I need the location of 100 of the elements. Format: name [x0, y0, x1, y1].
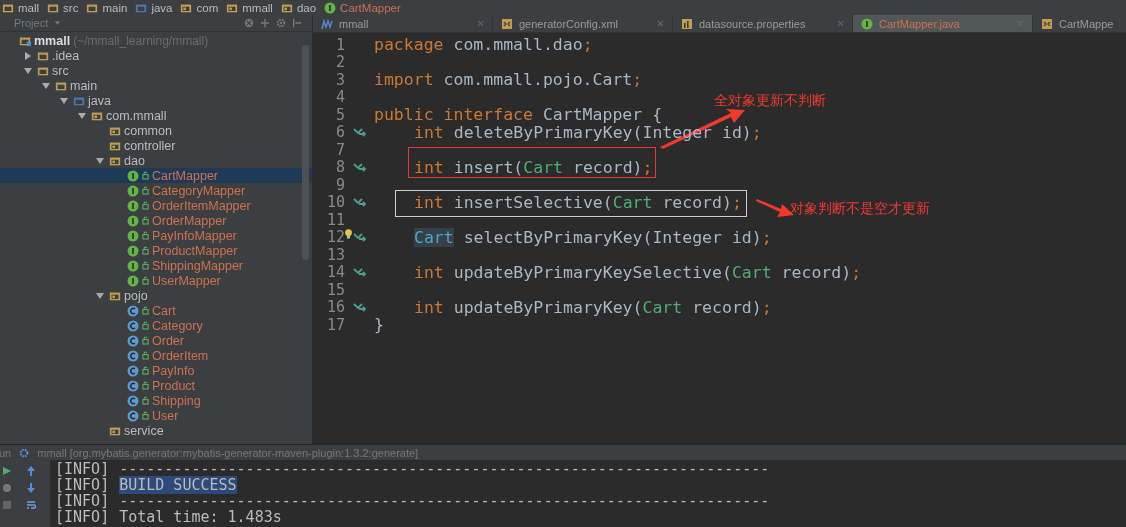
tree-item[interactable]: ProductMapper [152, 243, 238, 258]
locate-icon[interactable] [244, 18, 254, 28]
dropdown-caret-icon[interactable] [54, 20, 62, 26]
breadcrumb-item[interactable]: src [63, 1, 79, 14]
tree-item[interactable]: dao [124, 153, 145, 168]
soft-wrap-icon[interactable] [26, 500, 36, 510]
implementation-arrow-icon[interactable] [352, 232, 367, 243]
breadcrumb-item[interactable]: com [196, 1, 219, 14]
line-number: 11 [325, 210, 345, 229]
line-number: 3 [334, 70, 345, 89]
tree-item[interactable]: Order [152, 333, 184, 348]
expanded-arrow-icon[interactable] [96, 291, 104, 300]
line-number: 6 [334, 123, 345, 142]
settings-icon[interactable] [19, 447, 30, 458]
log-message: ------------------------------------------------------------------------ [119, 492, 770, 510]
tree-item[interactable]: Cart [152, 303, 176, 318]
tree-item[interactable]: src [52, 63, 69, 78]
lock-icon [142, 216, 149, 225]
code-line: package com.mmall.dao; [374, 35, 593, 55]
breadcrumb-item[interactable]: mall [18, 1, 40, 14]
lightbulb-icon[interactable] [344, 227, 353, 240]
tree-item[interactable]: OrderItemMapper [152, 198, 251, 213]
class-icon [127, 409, 139, 422]
tree-item[interactable]: main [70, 78, 98, 93]
tree-item[interactable]: OrderItem [152, 348, 209, 363]
breadcrumb-item[interactable]: main [102, 1, 128, 14]
implementation-arrow-icon[interactable] [352, 267, 367, 278]
line-number: 15 [325, 280, 345, 299]
class-icon [127, 364, 139, 377]
breadcrumb-item[interactable]: dao [296, 1, 317, 14]
interface-icon [127, 199, 139, 212]
tree-item[interactable]: User [152, 408, 179, 423]
interface-icon [127, 214, 139, 227]
log-message: BUILD SUCCESS [119, 476, 237, 494]
settings-icon[interactable] [276, 18, 286, 28]
lock-icon [142, 201, 149, 210]
interface-icon [127, 229, 139, 242]
lock-icon [142, 351, 149, 360]
lock-icon [142, 381, 149, 390]
log-prefix: [INFO] [55, 508, 110, 526]
tree-item[interactable]: Category [152, 318, 203, 333]
tree-item[interactable]: mmall [34, 33, 71, 48]
line-number: 12 [325, 228, 345, 247]
up-arrow-icon[interactable] [26, 466, 36, 476]
editor-tab[interactable]: CartMapper.java [853, 15, 1033, 32]
tree-item[interactable]: PayInfoMapper [152, 228, 237, 243]
breadcrumb-item[interactable]: CartMapper [340, 1, 401, 14]
tree-item[interactable]: Product [152, 378, 196, 393]
editor-tab[interactable]: CartMappe [1033, 15, 1126, 32]
down-arrow-icon[interactable] [26, 483, 36, 493]
lock-icon [142, 306, 149, 315]
line-number: 1 [334, 35, 345, 54]
editor-tab[interactable]: generatorConfig.xml [493, 15, 673, 32]
implementation-arrow-icon[interactable] [352, 162, 367, 173]
collapsed-arrow-icon[interactable] [24, 51, 32, 60]
expand-icon[interactable] [260, 18, 270, 28]
tree-item[interactable]: java [88, 93, 111, 108]
expanded-arrow-icon[interactable] [78, 111, 86, 120]
hide-panel-icon[interactable] [292, 18, 302, 28]
expanded-arrow-icon[interactable] [60, 96, 68, 105]
tree-item[interactable]: PayInfo [152, 363, 195, 378]
interface-icon [127, 184, 139, 197]
line-number: 4 [334, 88, 345, 107]
expanded-arrow-icon[interactable] [96, 156, 104, 165]
editor-tab[interactable]: mmall [313, 15, 493, 32]
class-icon [127, 349, 139, 362]
implementation-arrow-icon[interactable] [352, 127, 367, 138]
tree-item[interactable]: common [124, 123, 172, 138]
code-line: public interface CartMapper { [374, 105, 663, 125]
tree-item[interactable]: CategoryMapper [152, 183, 246, 198]
tree-item[interactable]: .idea [52, 48, 80, 63]
breadcrumb-item[interactable]: mmall [242, 1, 273, 14]
tree-item[interactable]: Shipping [152, 393, 201, 408]
breadcrumb-item[interactable]: java [151, 1, 173, 14]
interface-icon [127, 259, 139, 272]
tree-item[interactable]: service [124, 423, 164, 438]
maven-icon [321, 17, 333, 30]
panel-title[interactable]: Project [14, 17, 49, 29]
tree-item[interactable]: ShippingMapper [152, 258, 244, 273]
play-icon[interactable] [2, 466, 12, 476]
run-configuration-title[interactable]: mmall [org.mybatis.generator:mybatis-generator-maven-plugin:1.3.2:generate] [37, 446, 419, 459]
tree-item[interactable]: UserMapper [152, 273, 221, 288]
interface-icon [861, 17, 873, 30]
interface-icon [127, 169, 139, 182]
line-number: 7 [334, 140, 345, 159]
scrollbar[interactable] [302, 45, 309, 260]
lock-icon [142, 171, 149, 180]
tree-item[interactable]: OrderMapper [152, 213, 227, 228]
code-line: int updateByPrimaryKey(Cart record); [414, 297, 772, 317]
tree-item[interactable]: pojo [124, 288, 148, 303]
implementation-arrow-icon[interactable] [352, 197, 367, 208]
annotation-note: 对象判断不是空才更新 [790, 200, 930, 218]
expanded-arrow-icon[interactable] [42, 81, 50, 90]
class-icon [127, 319, 139, 332]
tree-item[interactable]: com.mmall [106, 108, 167, 123]
code-line: import com.mmall.pojo.Cart; [374, 70, 643, 90]
expanded-arrow-icon[interactable] [24, 66, 32, 75]
tree-item[interactable]: controller [124, 138, 176, 153]
interface-icon [127, 244, 139, 257]
implementation-arrow-icon[interactable] [352, 302, 367, 313]
